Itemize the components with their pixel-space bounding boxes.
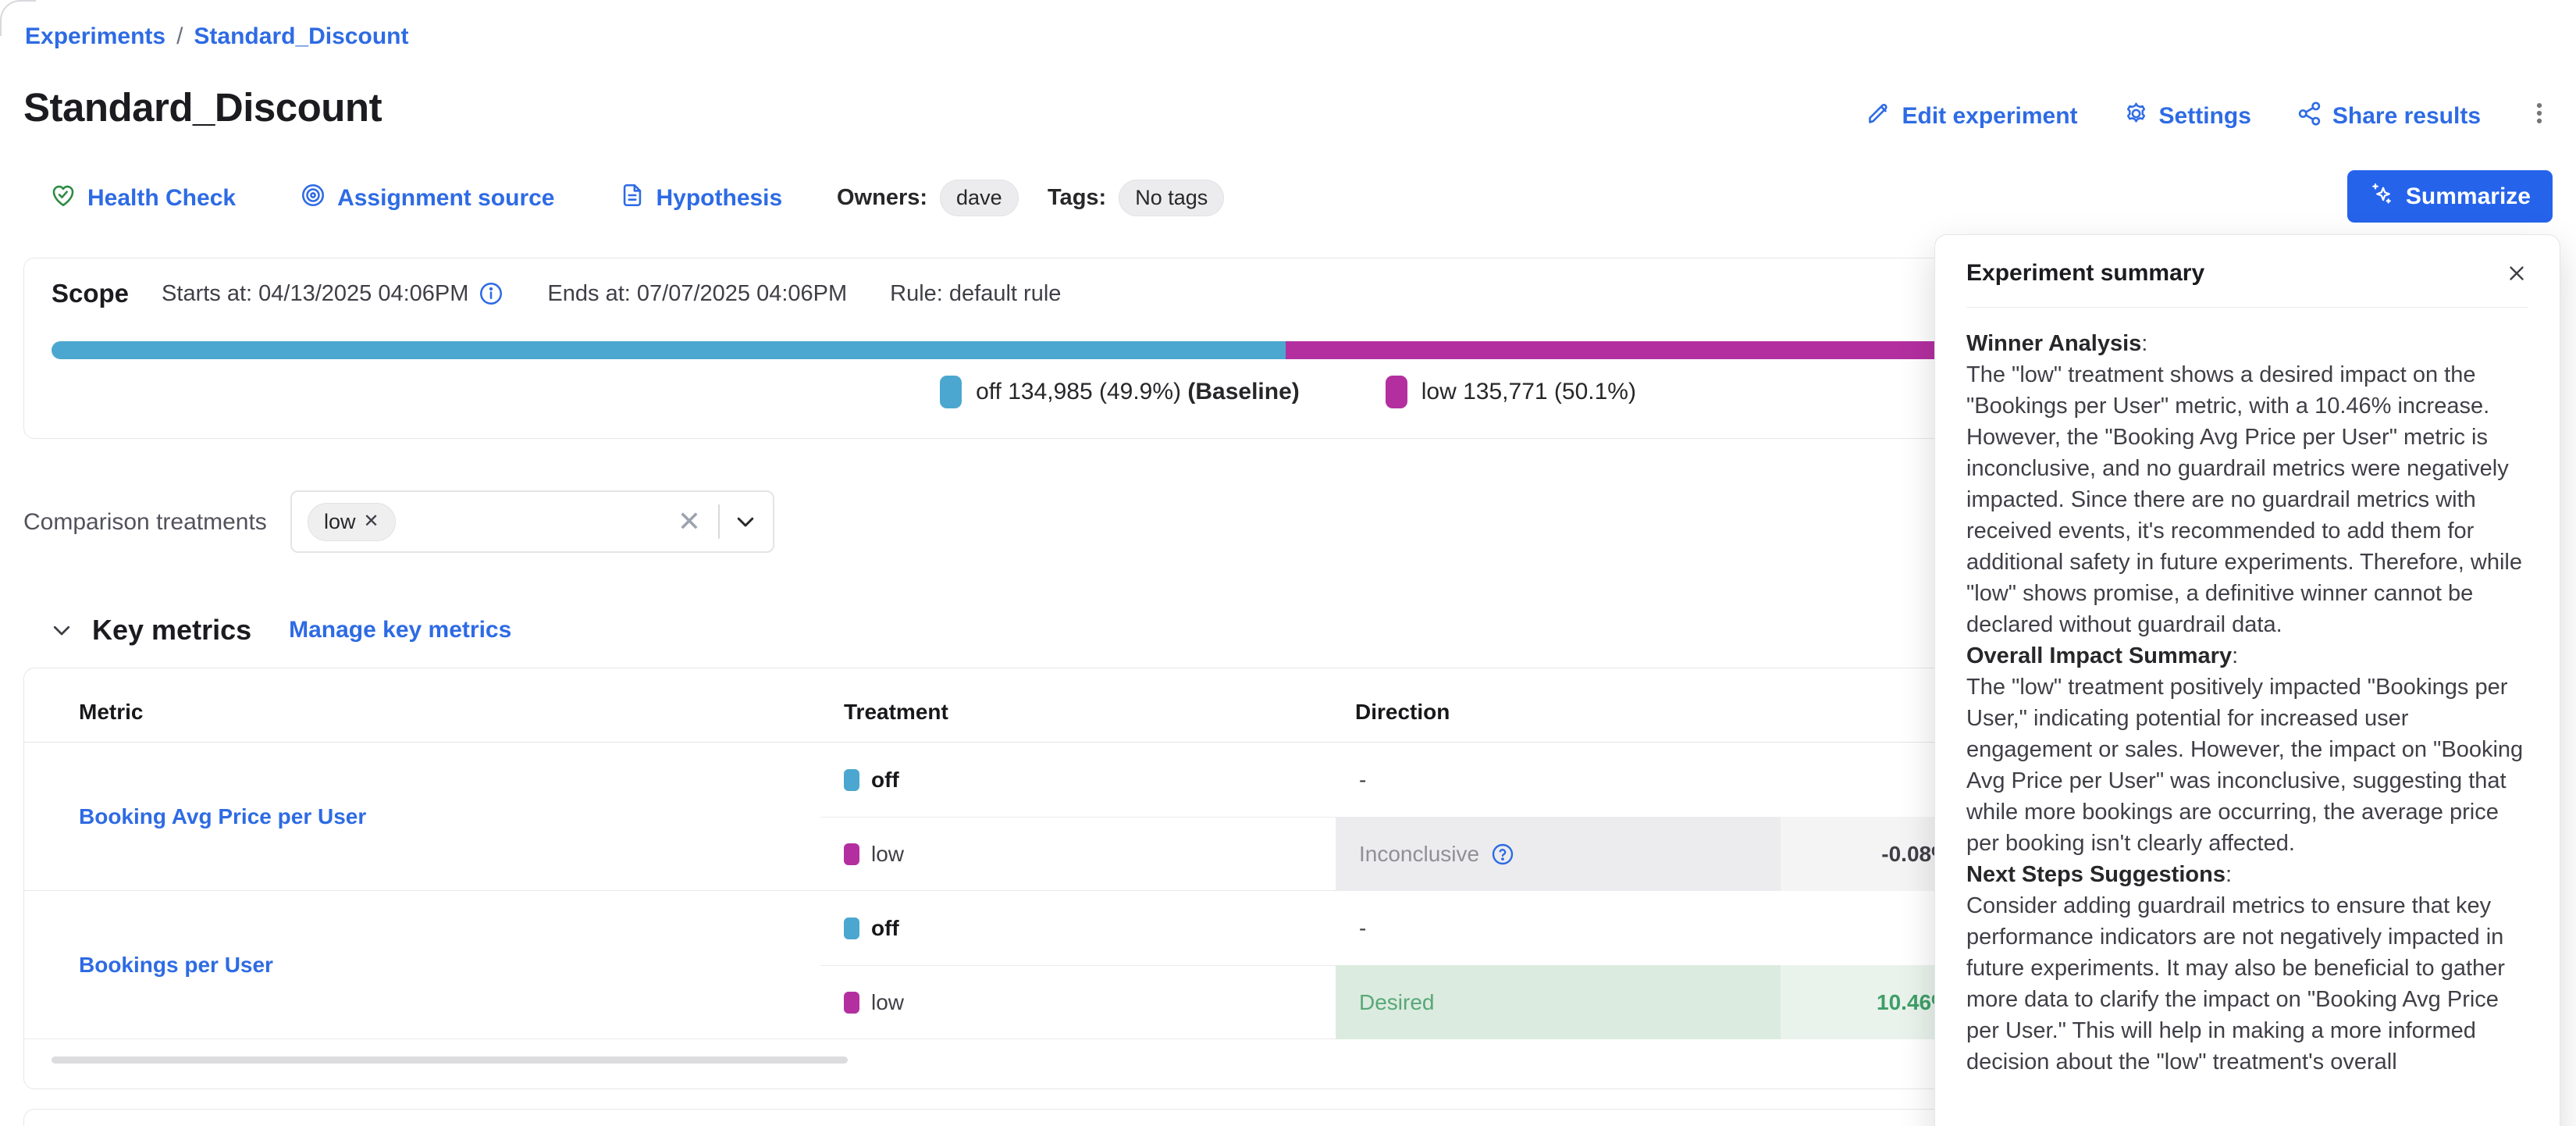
off-color-swatch [844,769,859,791]
share-icon [2297,101,2322,133]
document-icon [619,182,646,215]
bullseye-icon [300,182,326,215]
scope-header: Scope Starts at: 04/13/2025 04:06PM Ends… [52,279,1061,308]
legend-off-label: off 134,985 (49.9%) (Baseline) [976,379,1300,405]
owners-label: Owners: [837,185,927,211]
legend-low-label: low 135,771 (50.1%) [1421,379,1636,405]
col-header-treatment: Treatment [844,700,948,725]
heart-check-icon [50,182,76,215]
summary-section: Overall Impact Summary: The "low" treatm… [1966,640,2528,859]
tab-health-check[interactable]: Health Check [50,182,236,215]
key-metrics-title: Key metrics [92,614,251,647]
treatment-cell: low [844,965,904,1039]
edit-experiment-button[interactable]: Edit experiment [1866,101,2077,133]
allocation-segment-off [52,341,1286,359]
summarize-label: Summarize [2406,184,2531,210]
edit-experiment-label: Edit experiment [1902,103,2077,130]
chevron-down-icon[interactable] [734,510,757,533]
breadcrumb-current-link[interactable]: Standard_Discount [194,23,408,50]
low-color-swatch [844,992,859,1014]
summary-panel-body: Winner Analysis: The "low" treatment sho… [1935,308,2560,1078]
treatment-cell: low [844,817,904,891]
treatment-name: low [871,990,904,1015]
legend-item-off: off 134,985 (49.9%) (Baseline) [940,376,1300,408]
tags-chip[interactable]: No tags [1119,180,1224,216]
share-results-label: Share results [2332,103,2481,130]
tab-hypothesis[interactable]: Hypothesis [619,182,783,215]
off-color-swatch [844,918,859,939]
summary-section-heading: Overall Impact Summary [1966,643,2232,668]
tab-assignment-source-label: Assignment source [337,185,554,212]
summary-section-text: The "low" treatment positively impacted … [1966,672,2528,859]
summarize-button[interactable]: Summarize [2347,170,2553,223]
share-results-button[interactable]: Share results [2297,101,2481,133]
scope-starts-at: Starts at: 04/13/2025 04:06PM [162,281,468,307]
experiment-page: Experiments / Standard_Discount Standard… [0,0,2576,1126]
breadcrumb-separator: / [176,23,183,50]
comparison-treatments-select[interactable]: low ✕ ✕ [290,490,774,553]
tab-hypothesis-label: Hypothesis [656,185,783,212]
info-icon[interactable] [478,280,504,307]
experiment-summary-panel: Experiment summary Winner Analysis: The … [1934,234,2560,1126]
summary-panel-header: Experiment summary [1935,235,2560,287]
pencil-icon [1866,101,1891,133]
col-header-direction: Direction [1355,700,1450,725]
treatment-chip-low[interactable]: low ✕ [308,503,396,541]
experiment-tabs: Health Check Assignment source Hypothesi… [50,182,782,215]
summary-section: Next Steps Suggestions: Consider adding … [1966,859,2528,1078]
select-clear-icon[interactable]: ✕ [674,508,704,536]
treatment-cell: off [844,891,899,965]
kebab-icon [2526,100,2553,133]
summary-section-text: The "low" treatment shows a desired impa… [1966,359,2528,640]
tags-group: Tags: No tags [1048,180,1224,216]
more-options-button[interactable] [2526,100,2553,133]
summary-section: Winner Analysis: The "low" treatment sho… [1966,328,2528,640]
header-actions: Edit experiment Settings Share results [1866,100,2553,133]
direction-cell: - [1336,891,1781,965]
sparkles-icon [2369,181,2394,212]
direction-cell: Inconclusive [1336,817,1781,891]
settings-label: Settings [2159,103,2251,130]
chip-remove-icon[interactable]: ✕ [364,512,379,531]
low-color-swatch [1386,376,1407,408]
breadcrumb: Experiments / Standard_Discount [25,23,408,50]
manage-key-metrics-link[interactable]: Manage key metrics [289,617,511,643]
scope-title: Scope [52,279,129,308]
gear-icon [2123,101,2149,133]
settings-button[interactable]: Settings [2123,101,2251,133]
owners-group: Owners: dave [837,180,1019,216]
treatment-name: off [871,768,899,793]
scope-rule: Rule: default rule [890,281,1061,307]
direction-cell: - [1336,743,1781,817]
select-divider [718,504,720,539]
tags-label: Tags: [1048,185,1106,211]
col-header-metric: Metric [79,700,143,725]
treatment-chip-label: low [324,510,356,534]
legend-item-low: low 135,771 (50.1%) [1386,376,1636,408]
key-metrics-header: Key metrics Manage key metrics [50,614,511,647]
breadcrumb-experiments-link[interactable]: Experiments [25,23,165,50]
direction-cell: Desired [1336,965,1781,1039]
summary-panel-title: Experiment summary [1966,260,2204,287]
comparison-treatments-label: Comparison treatments [23,509,267,536]
tab-assignment-source[interactable]: Assignment source [300,182,554,215]
low-color-swatch [844,843,859,865]
summary-section-heading: Next Steps Suggestions [1966,862,2226,887]
page-title: Standard_Discount [23,84,382,130]
treatment-name: off [871,916,899,941]
scope-ends-at: Ends at: 07/07/2025 04:06PM [547,281,847,307]
treatment-name: low [871,842,904,867]
close-icon[interactable] [2505,262,2528,285]
tab-health-check-label: Health Check [87,185,236,212]
off-color-swatch [940,376,962,408]
horizontal-scrollbar[interactable] [52,1057,848,1064]
collapse-chevron-icon[interactable] [50,618,73,642]
question-circle-icon[interactable] [1490,842,1515,867]
treatment-cell: off [844,743,899,817]
summary-section-heading: Winner Analysis [1966,331,2141,356]
owner-chip[interactable]: dave [940,180,1019,216]
summary-section-text: Consider adding guardrail metrics to ens… [1966,890,2528,1078]
